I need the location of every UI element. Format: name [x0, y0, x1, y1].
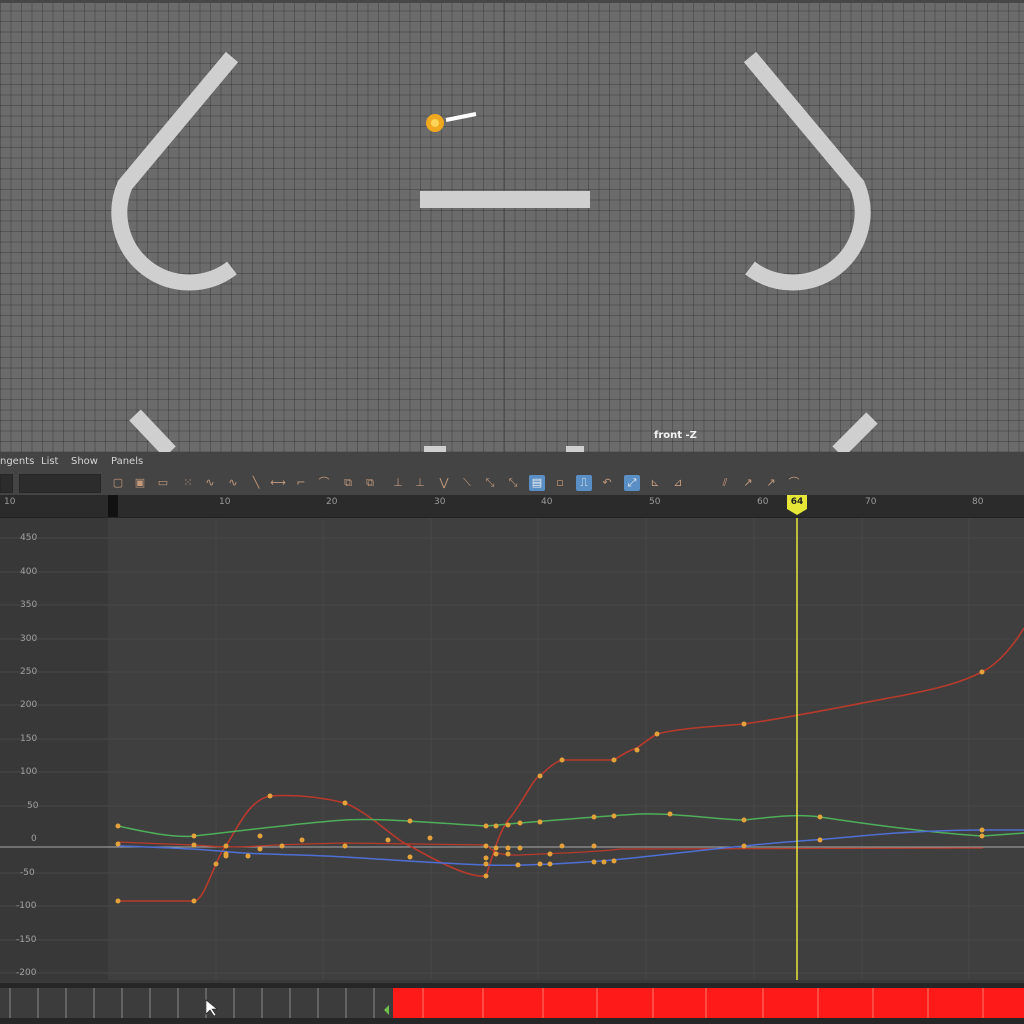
- timeline-ticks: [9, 988, 389, 1018]
- free-tangent-icon[interactable]: ⋁: [436, 475, 452, 491]
- graph-editor-toolbar: ▢ ▣ ▭ ⁙ ∿ ∿ ╲ ⟷ ⌐ ⌒ ⧉ ⧉ ⊥ ⊥ ⋁ ⟍ ⤡ ⤡ ▤ ▫ …: [0, 472, 1024, 495]
- ruler-label: 10: [219, 497, 231, 507]
- ruler-label: 30: [434, 497, 446, 507]
- curve-red[interactable]: [118, 627, 1024, 902]
- weighted-tangent-icon[interactable]: ⤡: [482, 475, 498, 491]
- load-selected-icon[interactable]: ▫: [552, 475, 568, 491]
- oscillate-icon[interactable]: ⌒: [786, 475, 802, 491]
- lock-tangent-icon[interactable]: ⟍: [459, 475, 475, 491]
- unify-tangent-icon[interactable]: ⊥: [412, 475, 428, 491]
- selected-range[interactable]: [393, 988, 1024, 1018]
- post-infinity-icon[interactable]: ↗: [740, 475, 756, 491]
- graph-gridlines: [0, 518, 1024, 980]
- spline-tangent-icon[interactable]: ∿: [225, 475, 241, 491]
- mouse-cursor-icon: [205, 999, 218, 1017]
- y-axis-label: 350: [20, 600, 38, 610]
- frame-selection-icon[interactable]: ⁙: [180, 475, 196, 491]
- graph-editor-menubar: ngents List Show Panels: [0, 452, 1024, 472]
- denormalize-icon[interactable]: ⊾: [647, 475, 663, 491]
- y-axis-label: 400: [20, 567, 38, 577]
- bottom-left-shape[interactable]: [129, 409, 176, 452]
- pre-infinity-icon[interactable]: ⫽: [717, 475, 733, 491]
- normalize-icon[interactable]: ⤢: [624, 475, 640, 491]
- current-frame-badge[interactable]: 64: [786, 494, 808, 516]
- y-axis-label: 50: [27, 801, 39, 811]
- frame-field[interactable]: [0, 474, 13, 493]
- ruler-label: 70: [865, 497, 877, 507]
- menu-list[interactable]: List: [41, 456, 58, 467]
- y-axis-label: 150: [20, 734, 38, 744]
- y-axis-label: 0: [31, 834, 37, 844]
- play-marker-icon: [384, 1005, 389, 1015]
- center-bar-shape[interactable]: [420, 191, 590, 208]
- start-frame-marker: [108, 495, 118, 517]
- cycle-icon[interactable]: ↗: [763, 475, 779, 491]
- buffer-curve-icon[interactable]: ⧉: [340, 475, 356, 491]
- value-field[interactable]: [19, 474, 101, 493]
- ruler-label: 10: [4, 497, 16, 507]
- break-tangent-icon[interactable]: ⊥: [390, 475, 406, 491]
- motion-trail: [445, 112, 477, 122]
- frame-all-icon[interactable]: ▭: [155, 475, 171, 491]
- value-snap-icon[interactable]: ↶: [599, 475, 615, 491]
- box-select-icon[interactable]: ▢: [110, 475, 126, 491]
- current-frame-label: 64: [790, 497, 804, 507]
- ball-highlight: [431, 119, 439, 127]
- curve-graph[interactable]: [0, 518, 1024, 980]
- stack-curves-icon[interactable]: ⊿: [670, 475, 686, 491]
- y-axis-label: 450: [20, 533, 38, 543]
- timeline-track[interactable]: [0, 988, 393, 1018]
- step-tangent-icon[interactable]: ⌐: [293, 475, 309, 491]
- graph-editor-canvas[interactable]: 450 400 350 300 250 200 150 100 50 0 -50…: [0, 518, 1024, 980]
- y-axis-label: 100: [20, 767, 38, 777]
- time-snap-icon[interactable]: ⎍: [576, 475, 592, 491]
- right-curve-shape[interactable]: [743, 51, 871, 291]
- linear-tangent-icon[interactable]: ╲: [248, 475, 264, 491]
- front-viewport[interactable]: front -Z: [0, 0, 1024, 452]
- region-icon[interactable]: ▣: [132, 475, 148, 491]
- menu-panels[interactable]: Panels: [111, 456, 143, 467]
- plateau-tangent-icon[interactable]: ⌒: [316, 475, 332, 491]
- menu-show[interactable]: Show: [71, 456, 98, 467]
- auto-tangent-icon[interactable]: ∿: [202, 475, 218, 491]
- viewport-scene: [111, 0, 878, 452]
- time-ruler[interactable]: 10 1 10 20 30 40 50 60 70 80: [0, 495, 1024, 518]
- y-axis-label: -150: [16, 935, 37, 945]
- ruler-label: 20: [326, 497, 338, 507]
- ruler-label: 50: [649, 497, 661, 507]
- ruler-label: 60: [757, 497, 769, 507]
- range-ticks: [422, 988, 984, 1018]
- swap-buffer-icon[interactable]: ⧉: [362, 475, 378, 491]
- y-axis-label: 300: [20, 634, 38, 644]
- flat-tangent-icon[interactable]: ⟷: [270, 475, 286, 491]
- y-axis-label: -200: [16, 968, 37, 978]
- ruler-label: 40: [541, 497, 553, 507]
- ruler-label: 80: [972, 497, 984, 507]
- menu-tangents[interactable]: ngents: [0, 456, 34, 467]
- bottom-right-shape[interactable]: [832, 412, 878, 452]
- y-axis-label: -100: [16, 901, 37, 911]
- camera-label: front -Z: [654, 430, 697, 441]
- y-axis-label: -50: [20, 868, 35, 878]
- non-weighted-icon[interactable]: ⤡: [505, 475, 521, 491]
- left-curve-shape[interactable]: [111, 51, 239, 291]
- y-axis-label: 200: [20, 700, 38, 710]
- auto-load-icon[interactable]: ▤: [529, 475, 545, 491]
- y-axis-label: 250: [20, 667, 38, 677]
